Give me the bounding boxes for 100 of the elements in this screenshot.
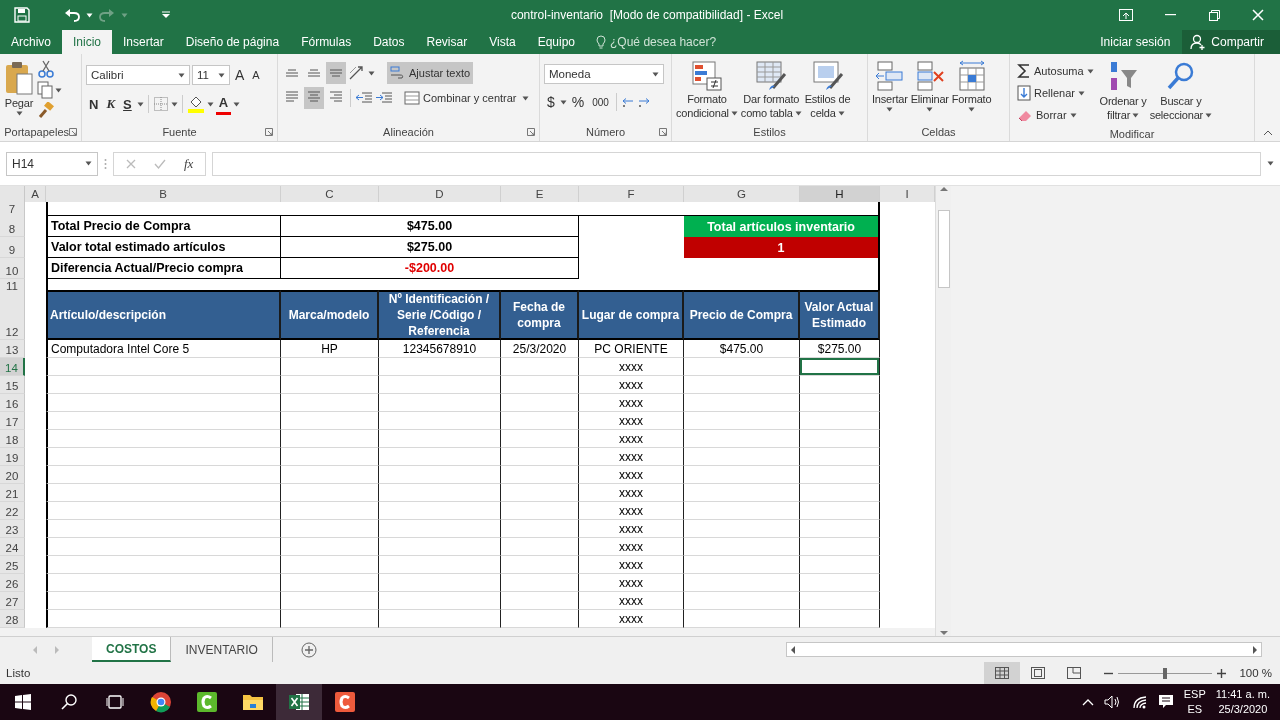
column-heading: Artículo/descripción <box>46 290 281 340</box>
number-format-dropdown[interactable]: Moneda <box>544 64 664 84</box>
merge-center-button[interactable]: Combinar y centrar <box>401 87 520 109</box>
percent-button[interactable]: % <box>568 91 588 113</box>
formula-field[interactable] <box>212 151 1261 176</box>
tell-me-field[interactable]: ¿Qué desea hacer? <box>610 35 721 49</box>
scissors-icon[interactable] <box>37 60 55 78</box>
sign-in-link[interactable]: Iniciar sesión <box>1100 35 1171 49</box>
row-number[interactable]: 10 <box>0 258 25 279</box>
row-number[interactable]: 26 <box>0 574 25 592</box>
ribbon-tab[interactable]: Equipo <box>526 30 587 54</box>
grow-font-button[interactable]: A <box>232 64 248 86</box>
font-name-dropdown[interactable]: Calibri <box>86 65 190 85</box>
ribbon-tab[interactable]: Inicio <box>62 30 113 54</box>
input-language[interactable]: ESP ES <box>1183 687 1206 717</box>
text-orientation-icon[interactable] <box>348 65 366 81</box>
save-icon[interactable] <box>14 7 30 23</box>
ribbon-tab[interactable]: Vista <box>478 30 527 54</box>
dialog-launcher-icon[interactable] <box>265 128 273 136</box>
cells-button[interactable]: Formato <box>951 58 992 123</box>
taskbar-app[interactable] <box>276 684 322 720</box>
ribbon-tab[interactable]: Datos <box>362 30 416 54</box>
thousands-button[interactable]: 000 <box>589 91 612 113</box>
ribbon-tab[interactable]: Diseño de página <box>174 30 291 54</box>
cells-button[interactable]: Insertar <box>872 58 908 123</box>
dialog-launcher-icon[interactable] <box>527 128 535 136</box>
zoom-level[interactable]: 100 % <box>1239 667 1272 679</box>
style-button[interactable]: Dar formato como tabla <box>740 58 802 123</box>
row-number[interactable]: 15 <box>0 376 25 394</box>
style-button[interactable]: Estilos de celda <box>804 58 851 123</box>
row-number[interactable]: 13 <box>0 340 25 358</box>
caret-icon <box>837 111 845 116</box>
bold-button[interactable]: N <box>86 93 102 115</box>
cells-button[interactable]: Eliminar <box>910 58 949 123</box>
copy-icon[interactable] <box>37 81 53 99</box>
row-number[interactable]: 23 <box>0 520 25 538</box>
customize-menu-icon[interactable] <box>162 11 170 19</box>
row-number[interactable]: 9 <box>0 237 25 258</box>
row-number[interactable]: 17 <box>0 412 25 430</box>
notification-icon[interactable] <box>1157 694 1174 710</box>
style-button[interactable]: Formato condicional <box>676 58 738 123</box>
row-number[interactable]: 21 <box>0 484 25 502</box>
underline-button[interactable]: S <box>120 93 135 115</box>
row-number[interactable]: 20 <box>0 466 25 484</box>
font-size-dropdown[interactable]: 11 <box>192 65 230 85</box>
wifi-icon[interactable] <box>1131 695 1148 709</box>
show-hidden-icon[interactable] <box>1081 698 1094 706</box>
ribbon-tab[interactable]: Fórmulas <box>290 30 363 54</box>
ribbon-tab[interactable]: Archivo <box>0 30 62 54</box>
caret-icon <box>121 12 128 18</box>
ribbon-tab[interactable]: Revisar <box>415 30 479 54</box>
row-number[interactable]: 24 <box>0 538 25 556</box>
increase-indent-icon[interactable] <box>375 91 393 105</box>
scroll-thumb[interactable] <box>937 210 950 288</box>
row-number[interactable]: 18 <box>0 430 25 448</box>
shrink-font-button[interactable]: A <box>249 64 263 86</box>
collapse-ribbon-icon[interactable] <box>1262 130 1273 136</box>
font-color-button[interactable]: A <box>215 93 232 115</box>
decrease-indent-icon[interactable] <box>355 91 373 105</box>
caret-icon <box>178 72 185 78</box>
italic-button[interactable]: K <box>103 93 119 115</box>
row-number[interactable]: 27 <box>0 592 25 610</box>
fill-color-icon[interactable] <box>186 95 205 113</box>
row-number[interactable]: 22 <box>0 502 25 520</box>
sheet-tab[interactable]: COSTOS <box>92 637 172 662</box>
edit-button[interactable]: Rellenar <box>1014 82 1097 104</box>
decrease-decimal-icon[interactable] <box>636 95 651 109</box>
row-number[interactable]: 14 <box>0 358 25 376</box>
dialog-launcher-icon[interactable] <box>69 128 77 136</box>
edit-menu-button[interactable]: Ordenar y filtrar <box>1099 58 1147 126</box>
row-number[interactable]: 28 <box>0 610 25 628</box>
edit-button[interactable]: Autosuma <box>1014 60 1097 82</box>
insert-function-button[interactable]: fx <box>184 155 194 172</box>
paste-button[interactable]: Pegar <box>4 58 34 123</box>
wrap-text-button[interactable]: Ajustar texto <box>387 62 474 84</box>
increase-decimal-icon[interactable] <box>620 95 635 109</box>
clock[interactable]: 11:41 a. m. 25/3/2020 <box>1215 687 1270 717</box>
name-box[interactable]: H14 <box>6 151 98 176</box>
horizontal-scrollbar[interactable] <box>786 642 1262 657</box>
view-button[interactable] <box>984 662 1021 684</box>
edit-button[interactable]: Borrar <box>1014 104 1097 126</box>
row-number[interactable]: 19 <box>0 448 25 466</box>
currency-button[interactable]: $ <box>544 91 558 113</box>
ribbon-tab[interactable]: Insertar <box>112 30 175 54</box>
edit-menu-button[interactable]: Buscar y seleccionar <box>1149 58 1213 126</box>
speaker-icon[interactable] <box>1103 695 1122 709</box>
format-painter-icon[interactable] <box>37 102 55 120</box>
row-number[interactable]: 16 <box>0 394 25 412</box>
zoom-slider[interactable] <box>1163 667 1168 679</box>
undo-icon[interactable] <box>64 8 80 22</box>
share-button[interactable]: Compartir <box>1182 30 1280 54</box>
group-label: Número <box>585 126 626 138</box>
zoom-in-icon[interactable] <box>1217 668 1227 678</box>
row-number[interactable]: 8 <box>0 216 25 237</box>
dialog-launcher-icon[interactable] <box>659 128 667 136</box>
inventory-total-label: Total artículos inventario <box>684 216 880 237</box>
row-number[interactable]: 25 <box>0 556 25 574</box>
active-cell[interactable] <box>800 358 880 376</box>
caret-icon <box>368 70 375 76</box>
row-number[interactable]: 12 <box>0 290 25 340</box>
